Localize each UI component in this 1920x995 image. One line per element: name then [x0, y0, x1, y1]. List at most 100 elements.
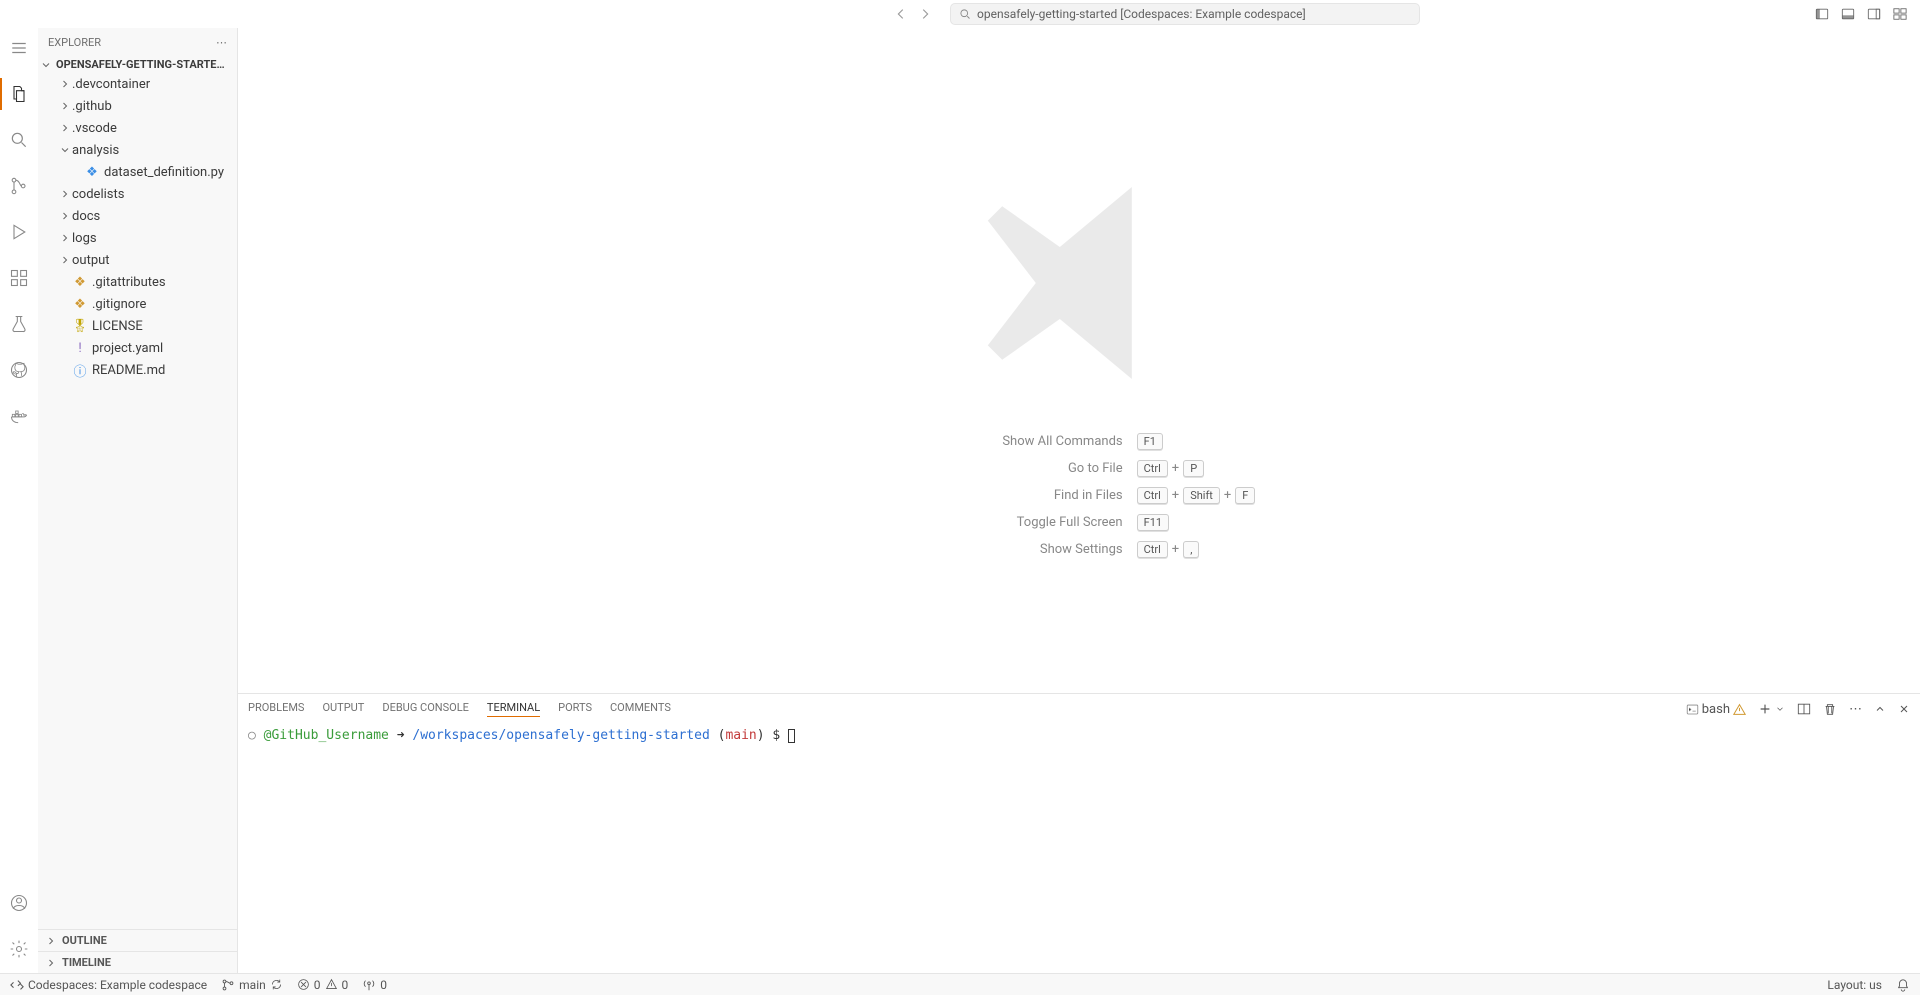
chevron-right-icon	[45, 935, 57, 947]
keycap: F	[1235, 487, 1255, 504]
maximize-panel-icon[interactable]	[1874, 703, 1886, 715]
terminal-cursor	[788, 729, 795, 743]
terminal-user: @GitHub_Username	[264, 728, 389, 743]
panel-tab-ports[interactable]: PORTS	[558, 701, 592, 717]
search-activity-icon[interactable]	[0, 126, 38, 154]
shortcut-row: Find in FilesCtrl+Shift+F	[903, 487, 1256, 504]
prompt-indicator-icon: ○	[248, 728, 256, 743]
keycap: Ctrl	[1137, 541, 1168, 558]
titlebar: opensafely-getting-started [Codespaces: …	[0, 0, 1920, 28]
search-text: opensafely-getting-started [Codespaces: …	[977, 7, 1306, 21]
settings-gear-icon[interactable]	[0, 935, 38, 963]
shortcut-label: Find in Files	[903, 488, 1123, 503]
chevron-right-icon	[58, 188, 72, 200]
folder-item[interactable]: analysis	[38, 139, 237, 161]
shortcut-row: Show SettingsCtrl+,	[903, 541, 1256, 558]
radio-tower-icon	[362, 978, 376, 992]
panel-tab-problems[interactable]: PROBLEMS	[248, 701, 304, 717]
activity-bar	[0, 28, 38, 973]
warning-icon	[1733, 703, 1746, 716]
terminal-icon	[1686, 703, 1699, 716]
explorer-icon[interactable]	[0, 80, 38, 108]
keycap: P	[1183, 460, 1204, 477]
sync-icon	[270, 978, 283, 991]
warning-icon	[325, 978, 338, 991]
sidebar-explorer: EXPLORER ⋯ OPENSAFELY-GETTING-STARTED [C…	[38, 28, 238, 973]
command-center-search[interactable]: opensafely-getting-started [Codespaces: …	[950, 3, 1420, 25]
layout-panel-bottom-icon[interactable]	[1840, 6, 1856, 22]
keycap: Ctrl	[1137, 460, 1168, 477]
nav-back-icon[interactable]	[892, 5, 910, 23]
folder-item[interactable]: docs	[38, 205, 237, 227]
sidebar-title: EXPLORER	[48, 36, 101, 49]
chevron-right-icon	[58, 210, 72, 222]
panel-tab-terminal[interactable]: TERMINAL	[487, 701, 540, 717]
repo-header[interactable]: OPENSAFELY-GETTING-STARTED [CODESP…	[38, 56, 237, 73]
keyboard-layout[interactable]: Layout: us	[1827, 978, 1882, 992]
keycap: ,	[1183, 541, 1199, 558]
chevron-down-icon	[58, 144, 72, 156]
shortcut-row: Show All CommandsF1	[903, 433, 1256, 450]
shortcut-label: Go to File	[903, 461, 1123, 476]
new-terminal-button[interactable]	[1758, 702, 1785, 716]
close-panel-icon[interactable]	[1898, 703, 1910, 715]
folder-item[interactable]: codelists	[38, 183, 237, 205]
folder-item[interactable]: logs	[38, 227, 237, 249]
keycap: F11	[1137, 514, 1169, 531]
remote-indicator[interactable]: Codespaces: Example codespace	[10, 978, 207, 992]
folder-item[interactable]: .vscode	[38, 117, 237, 139]
menu-icon[interactable]	[0, 34, 38, 62]
terminal-content[interactable]: ○ @GitHub_Username ➜ /workspaces/opensaf…	[238, 724, 1920, 973]
file-item[interactable]: ❖.gitattributes	[38, 271, 237, 293]
customize-layout-icon[interactable]	[1892, 6, 1908, 22]
layout-sidebar-right-icon[interactable]	[1866, 6, 1882, 22]
file-item[interactable]: ❖.gitignore	[38, 293, 237, 315]
notifications-icon[interactable]	[1896, 978, 1910, 992]
outline-label: OUTLINE	[62, 934, 107, 947]
file-item[interactable]: ❖dataset_definition.py	[38, 161, 237, 183]
sidebar-more-icon[interactable]: ⋯	[216, 36, 227, 49]
terminal-shell-label[interactable]: bash	[1686, 702, 1746, 717]
editor-area: Show All CommandsF1Go to FileCtrl+PFind …	[238, 28, 1920, 973]
outline-section[interactable]: OUTLINE	[38, 929, 237, 951]
chevron-right-icon	[58, 254, 72, 266]
file-item[interactable]: ⓘREADME.md	[38, 359, 237, 381]
testing-icon[interactable]	[0, 310, 38, 338]
docker-icon[interactable]	[0, 402, 38, 430]
error-icon	[297, 978, 310, 991]
repo-title-label: OPENSAFELY-GETTING-STARTED [CODESP…	[56, 58, 231, 71]
source-control-icon[interactable]	[0, 172, 38, 200]
shortcut-label: Show Settings	[903, 542, 1123, 557]
kill-terminal-icon[interactable]	[1823, 702, 1837, 716]
panel-tab-output[interactable]: OUTPUT	[322, 701, 364, 717]
run-debug-icon[interactable]	[0, 218, 38, 246]
accounts-icon[interactable]	[0, 889, 38, 917]
welcome-screen: Show All CommandsF1Go to FileCtrl+PFind …	[238, 28, 1920, 693]
panel-more-icon[interactable]: ⋯	[1849, 702, 1862, 717]
folder-item[interactable]: output	[38, 249, 237, 271]
keycap: Ctrl	[1137, 487, 1168, 504]
github-icon[interactable]	[0, 356, 38, 384]
split-terminal-icon[interactable]	[1797, 702, 1811, 716]
remote-icon	[10, 978, 24, 992]
extensions-icon[interactable]	[0, 264, 38, 292]
folder-item[interactable]: .github	[38, 95, 237, 117]
search-icon	[959, 8, 971, 20]
problems-indicator[interactable]: 0 0	[297, 978, 349, 992]
shortcut-label: Toggle Full Screen	[903, 515, 1123, 530]
layout-sidebar-left-icon[interactable]	[1814, 6, 1830, 22]
nav-forward-icon[interactable]	[916, 5, 934, 23]
timeline-label: TIMELINE	[62, 956, 111, 969]
chevron-right-icon	[58, 232, 72, 244]
panel-tab-debug-console[interactable]: DEBUG CONSOLE	[382, 701, 469, 717]
ports-indicator[interactable]: 0	[362, 978, 387, 992]
file-item[interactable]: !project.yaml	[38, 337, 237, 359]
branch-icon	[221, 978, 235, 992]
panel-tab-comments[interactable]: COMMENTS	[610, 701, 671, 717]
statusbar: Codespaces: Example codespace main 0 0 0…	[0, 973, 1920, 995]
branch-indicator[interactable]: main	[221, 978, 283, 992]
chevron-right-icon	[58, 100, 72, 112]
folder-item[interactable]: .devcontainer	[38, 73, 237, 95]
file-item[interactable]: 🎖LICENSE	[38, 315, 237, 337]
timeline-section[interactable]: TIMELINE	[38, 951, 237, 973]
